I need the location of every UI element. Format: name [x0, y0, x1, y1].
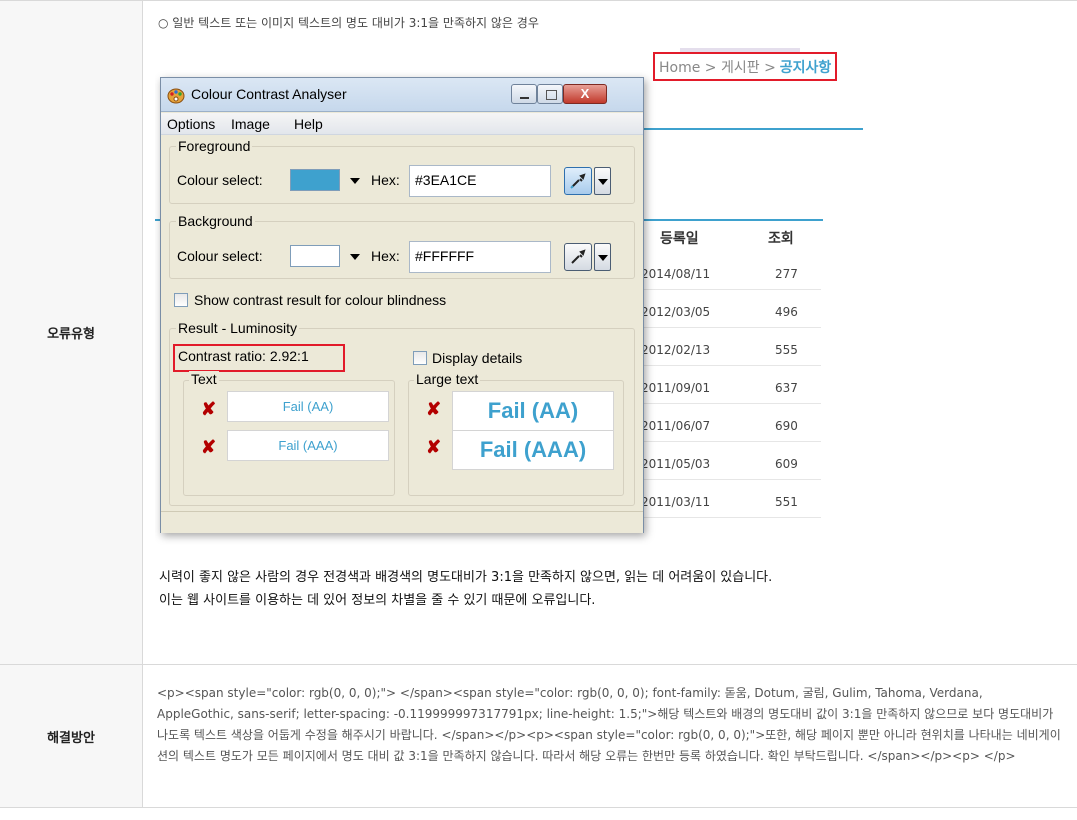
table-border-top [0, 0, 1077, 1]
board-row-views: 637 [775, 381, 798, 395]
menu-options[interactable]: Options [167, 116, 215, 132]
text-aaa-result: Fail (AAA) [227, 430, 389, 461]
display-details-checkbox[interactable] [413, 351, 427, 365]
status-bar [161, 511, 643, 533]
evidence-screenshot: Home > 게시판 > 공지사항 등록일 조회 2014/08/11 277 20… [155, 45, 875, 545]
board-row-date: 2012/02/13 [641, 343, 711, 357]
large-text-legend: Large text [414, 371, 481, 387]
title-bar[interactable]: Colour Contrast Analyser X [161, 78, 643, 112]
board-row: 2012/02/13 555 [641, 333, 821, 366]
maximize-button[interactable] [537, 84, 563, 104]
eyedropper-icon [571, 249, 586, 264]
menu-image[interactable]: Image [231, 116, 270, 132]
col-header-date: 등록일 [660, 231, 699, 247]
board-row-date: 2011/05/03 [641, 457, 711, 471]
eyedropper-icon [570, 173, 586, 189]
col-header-views: 조회 [768, 231, 794, 247]
error-description: ○ 일반 텍스트 또는 이미지 텍스트의 명도 대비가 3:1을 만족하지 않은… [158, 16, 539, 30]
background-colour-label: Colour select: [177, 248, 263, 264]
board-row: 2011/05/03 609 [641, 447, 821, 480]
menu-bar: Options Image Help [161, 113, 643, 135]
large-text-aaa-result: Fail (AAA) [452, 430, 614, 470]
board-row-views: 496 [775, 305, 798, 319]
background-colour-dropdown-icon[interactable] [350, 254, 360, 260]
breadcrumb-path: Home > 게시판 > [659, 59, 776, 76]
colour-blindness-label: Show contrast result for colour blindnes… [194, 292, 447, 308]
board-row-views: 277 [775, 267, 798, 281]
minimize-button[interactable] [511, 84, 537, 104]
fail-cross-icon: ✘ [426, 437, 442, 457]
board-row-date: 2011/09/01 [641, 381, 711, 395]
fail-cross-icon: ✘ [201, 437, 217, 457]
explanation-line-1: 시력이 좋지 않은 사람의 경우 전경색과 배경색의 명도대비가 3:1을 만족… [159, 570, 773, 585]
fail-cross-icon: ✘ [426, 399, 442, 419]
board-row: 2011/06/07 690 [641, 409, 821, 442]
board-row-date: 2012/03/05 [641, 305, 711, 319]
board-row-date: 2011/06/07 [641, 419, 711, 433]
result-legend: Result - Luminosity [176, 320, 300, 336]
background-hex-label: Hex: [371, 248, 400, 264]
text-legend: Text [189, 371, 219, 387]
large-text-aa-result: Fail (AA) [452, 391, 614, 431]
foreground-colour-swatch[interactable] [290, 169, 340, 191]
background-picker-dropdown[interactable] [594, 243, 611, 271]
foreground-legend: Foreground [176, 138, 253, 154]
foreground-colour-dropdown-icon[interactable] [350, 178, 360, 184]
board-row-views: 555 [775, 343, 798, 357]
board-row: 2011/03/11 551 [641, 485, 821, 518]
board-row: 2014/08/11 277 [641, 257, 821, 290]
contrast-ratio-value: Contrast ratio: 2.92:1 [178, 348, 309, 364]
foreground-colour-label: Colour select: [177, 172, 263, 188]
background-hex-input[interactable]: #FFFFFF [409, 241, 551, 273]
column-divider [142, 0, 143, 807]
background-colour-swatch[interactable] [290, 245, 340, 267]
board-row-date: 2011/03/11 [641, 495, 711, 509]
menu-help[interactable]: Help [294, 116, 323, 132]
explanation-line-2: 이는 웹 사이트를 이용하는 데 있어 정보의 차별을 줄 수 있기 때문에 오… [159, 593, 596, 608]
foreground-eyedropper-button[interactable] [564, 167, 592, 195]
foreground-picker-dropdown[interactable] [594, 167, 611, 195]
board-row: 2011/09/01 637 [641, 371, 821, 404]
background-eyedropper-button[interactable] [564, 243, 592, 271]
text-aa-result: Fail (AA) [227, 391, 389, 422]
colour-blindness-checkbox[interactable] [174, 293, 188, 307]
row-divider [0, 664, 1077, 665]
foreground-hex-input[interactable]: #3EA1CE [409, 165, 551, 197]
board-row: 2012/03/05 496 [641, 295, 821, 328]
error-type-header: 오류유형 [0, 1, 142, 664]
board-row-date: 2014/08/11 [641, 267, 711, 281]
board-row-views: 551 [775, 495, 798, 509]
breadcrumb: Home > 게시판 > 공지사항 [653, 52, 838, 81]
fail-cross-icon: ✘ [201, 399, 217, 419]
board-row-views: 609 [775, 457, 798, 471]
close-button[interactable]: X [563, 84, 607, 104]
table-border-bottom [0, 807, 1077, 808]
background-legend: Background [176, 213, 255, 229]
title-underline [625, 128, 863, 130]
breadcrumb-current: 공지사항 [779, 59, 832, 76]
report-table: 오류유형 해결방안 ○ 일반 텍스트 또는 이미지 텍스트의 명도 대비가 3:… [0, 0, 1077, 820]
board-row-views: 690 [775, 419, 798, 433]
window-title: Colour Contrast Analyser [191, 86, 347, 102]
solution-text: <p><span style="color: rgb(0, 0, 0);"> <… [157, 686, 1061, 763]
solution-header: 해결방안 [0, 665, 142, 807]
colour-contrast-analyser-window: Colour Contrast Analyser X Options Image… [160, 77, 644, 533]
foreground-hex-label: Hex: [371, 172, 400, 188]
display-details-label: Display details [432, 350, 523, 366]
palette-icon [167, 88, 185, 104]
